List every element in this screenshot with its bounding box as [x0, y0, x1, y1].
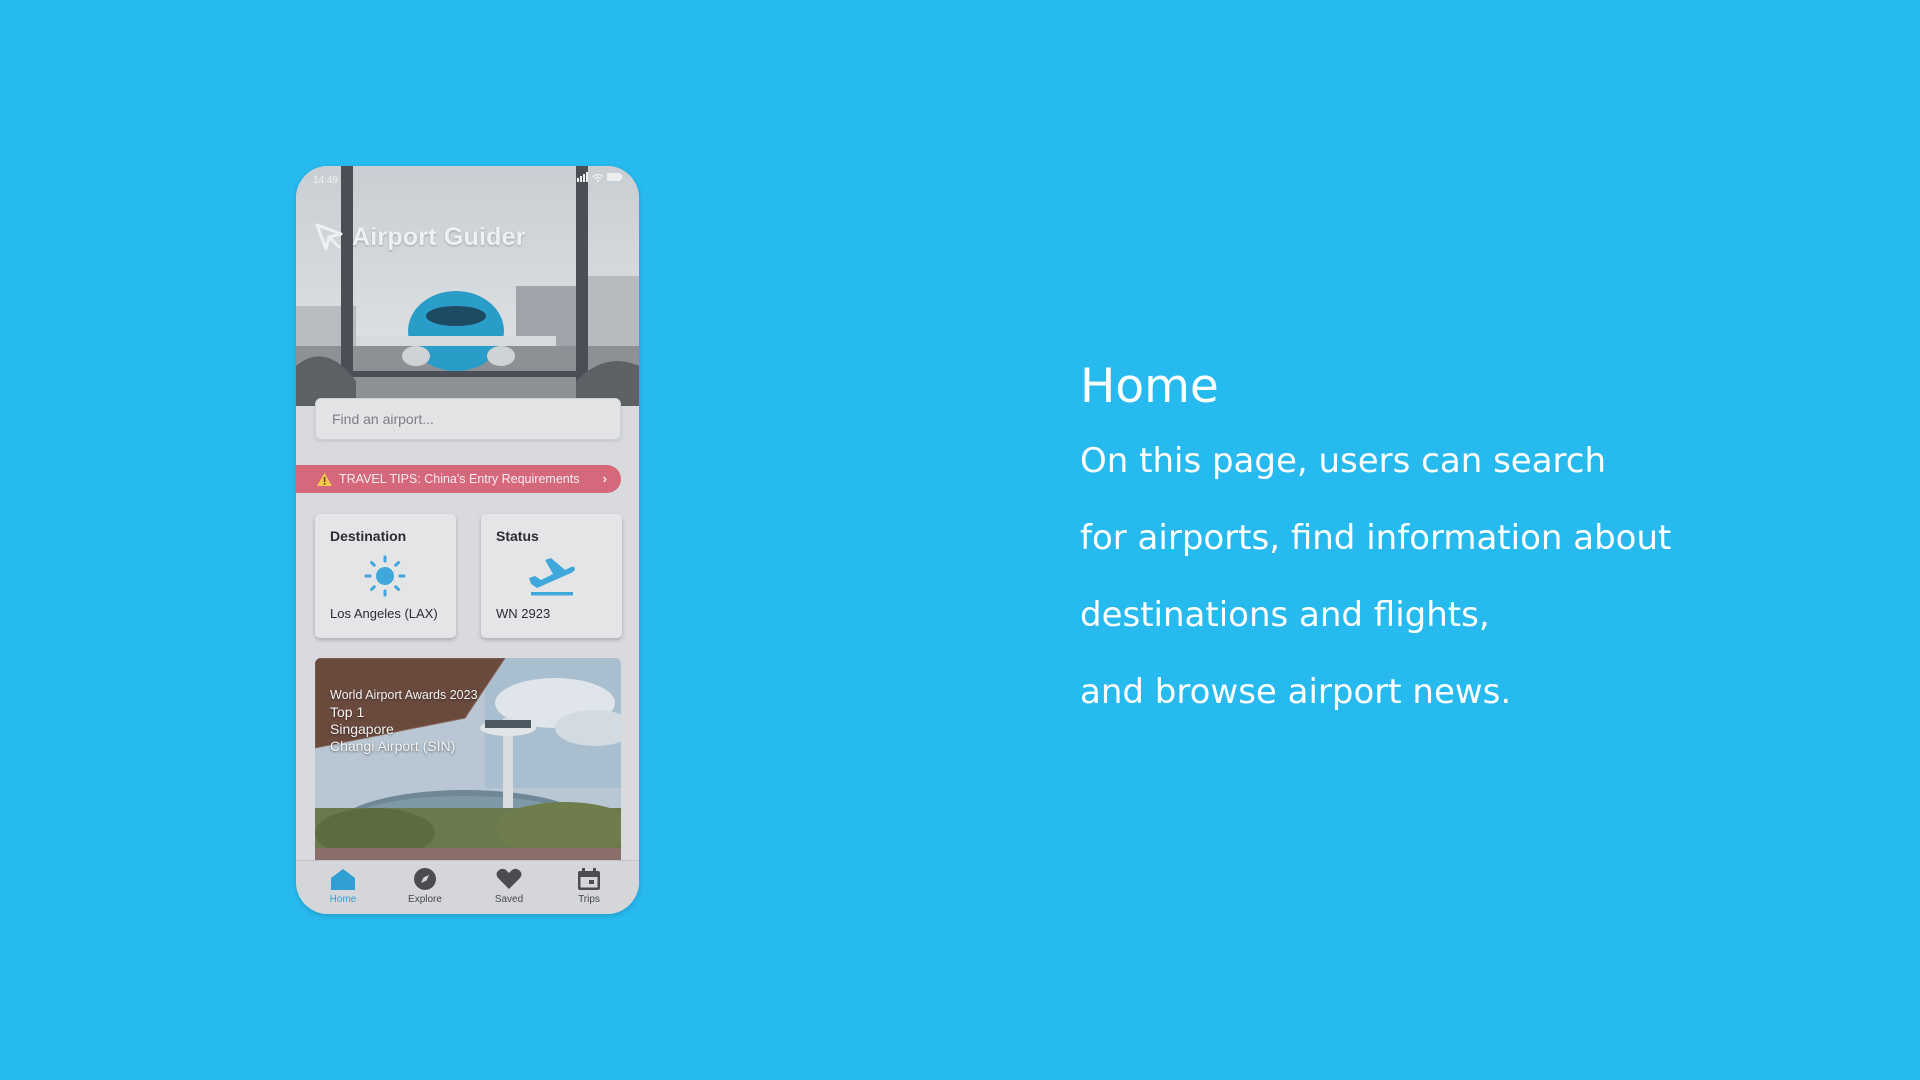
- tab-saved[interactable]: Saved: [474, 867, 544, 905]
- sun-icon: [364, 555, 406, 597]
- phone-mockup: 14:49 Airport Guider Find an airport... …: [296, 166, 639, 914]
- tab-home[interactable]: Home: [308, 867, 378, 905]
- destination-title: Destination: [330, 528, 407, 544]
- description-line-2: for airports, find information about: [1080, 518, 1672, 558]
- tab-saved-label: Saved: [494, 894, 524, 905]
- news-line-2: Top 1: [330, 704, 365, 720]
- destination-card[interactable]: Destination Los Angeles (LAX): [315, 514, 456, 638]
- takeoff-icon: [529, 558, 575, 596]
- hero-image: 14:49 Airport Guider: [296, 166, 639, 406]
- travel-tips-text: TRAVEL TIPS: China's Entry Requirements: [339, 472, 580, 486]
- description-line-1: On this page, users can search: [1080, 441, 1607, 481]
- description-heading: Home: [1080, 359, 1219, 414]
- brand: Airport Guider: [314, 222, 526, 252]
- plane-logo-icon: [315, 223, 343, 251]
- status-icons: [577, 171, 623, 183]
- tab-explore-label: Explore: [408, 894, 442, 905]
- status-bar: 14:49: [296, 166, 639, 196]
- calendar-icon: [578, 868, 600, 890]
- status-title: Status: [496, 528, 539, 544]
- app-title: Airport Guider: [352, 222, 526, 251]
- tab-home-label: Home: [329, 894, 357, 905]
- tab-explore[interactable]: Explore: [390, 867, 460, 905]
- home-icon: [331, 869, 355, 890]
- news-line-3: Singapore: [330, 721, 394, 737]
- description-line-3: destinations and flights,: [1080, 595, 1490, 635]
- warning-icon: [317, 472, 332, 486]
- description-line-4: and browse airport news.: [1080, 672, 1512, 712]
- tab-trips[interactable]: Trips: [554, 867, 624, 905]
- news-line-1: World Airport Awards 2023: [330, 688, 478, 702]
- heart-icon: [496, 868, 522, 889]
- news-line-4: Changi Airport (SIN): [330, 738, 456, 754]
- bottom-tab-bar: Home Explore Saved Trips: [296, 860, 639, 914]
- travel-tips-banner[interactable]: TRAVEL TIPS: China's Entry Requirements …: [296, 465, 621, 493]
- search-input[interactable]: Find an airport...: [315, 398, 621, 440]
- chevron-right-icon: ›: [602, 471, 607, 486]
- tab-trips-label: Trips: [578, 894, 600, 905]
- news-card[interactable]: World Airport Awards 2023 Top 1 Singapor…: [315, 658, 621, 863]
- description-panel: Home On this page, users can search for …: [1080, 352, 1671, 730]
- compass-icon: [414, 868, 436, 890]
- status-value: WN 2923: [496, 606, 551, 621]
- status-card[interactable]: Status WN 2923: [481, 514, 622, 638]
- status-time: 14:49: [313, 175, 339, 186]
- destination-value: Los Angeles (LAX): [330, 606, 438, 621]
